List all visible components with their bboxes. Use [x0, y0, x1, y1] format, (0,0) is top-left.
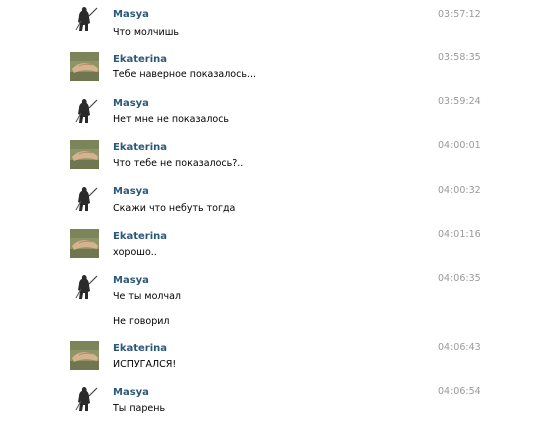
- ekaterina-avatar[interactable]: [70, 341, 99, 370]
- message-author[interactable]: Ekaterina: [113, 231, 167, 243]
- message-time[interactable]: 03:58:35: [438, 52, 481, 64]
- message-text: Ты парень: [113, 403, 166, 414]
- message-time[interactable]: 04:00:01: [438, 140, 481, 152]
- message-time[interactable]: 04:06:43: [438, 342, 481, 354]
- ekaterina-avatar[interactable]: [70, 52, 99, 81]
- ekaterina-avatar[interactable]: [70, 229, 99, 258]
- message-text: Тебе наверное показалось...: [113, 69, 256, 80]
- message-author[interactable]: Masya: [113, 9, 149, 21]
- message-time[interactable]: 04:06:54: [438, 386, 481, 398]
- message-time[interactable]: 04:01:16: [438, 229, 481, 241]
- message-time[interactable]: 03:57:12: [438, 9, 481, 21]
- masya-avatar[interactable]: [70, 184, 99, 213]
- message-text: Че ты молчал: [113, 291, 181, 302]
- message-text: Скажи что небуть тогда: [113, 203, 236, 214]
- message-author[interactable]: Masya: [113, 98, 149, 110]
- message-author[interactable]: Ekaterina: [113, 54, 167, 66]
- masya-avatar[interactable]: [70, 4, 99, 33]
- message-text: Не говорил: [113, 316, 170, 327]
- masya-avatar[interactable]: [70, 272, 99, 301]
- message-text: Нет мне не показалось: [113, 114, 230, 125]
- message-time[interactable]: 04:06:35: [438, 273, 481, 285]
- message-time[interactable]: 04:00:32: [438, 185, 481, 197]
- message-text: Что тебе не показалось?..: [113, 158, 244, 169]
- message-author[interactable]: Masya: [113, 275, 149, 287]
- message-time[interactable]: 03:59:24: [438, 96, 481, 108]
- message-author[interactable]: Ekaterina: [113, 343, 167, 355]
- message-author[interactable]: Masya: [113, 186, 149, 198]
- message-text: хорошо..: [113, 247, 157, 258]
- ekaterina-avatar[interactable]: [70, 140, 99, 169]
- masya-avatar[interactable]: [70, 384, 99, 413]
- message-author[interactable]: Ekaterina: [113, 142, 167, 154]
- masya-avatar[interactable]: [70, 96, 99, 125]
- message-text: ИСПУГАЛСЯ!: [113, 359, 177, 370]
- message-text: Что молчишь: [113, 27, 180, 38]
- message-author[interactable]: Masya: [113, 387, 149, 399]
